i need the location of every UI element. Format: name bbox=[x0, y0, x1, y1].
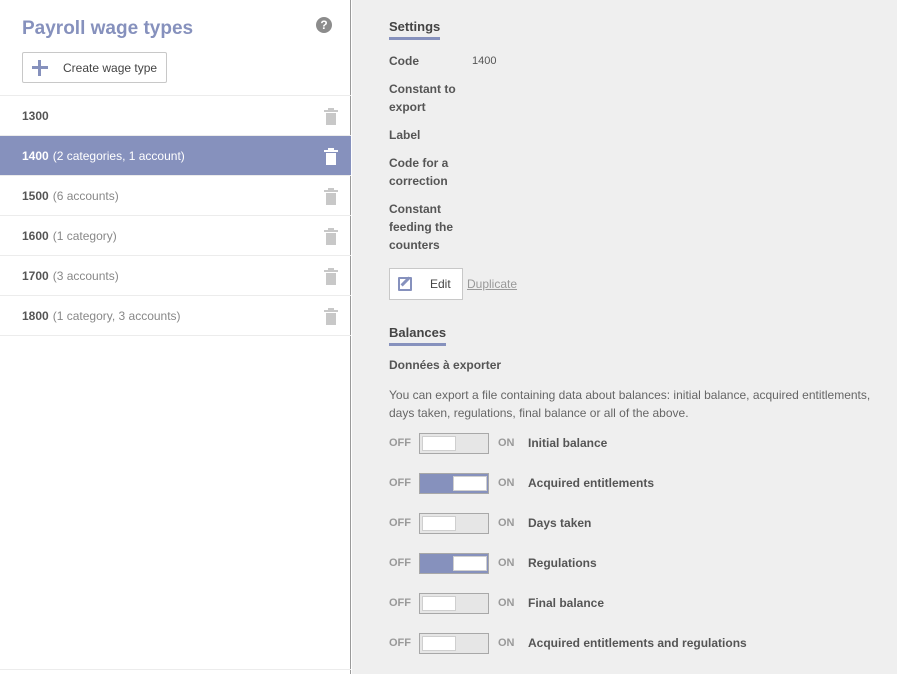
toggle-label: Acquired entitlements and regulations bbox=[528, 636, 747, 650]
toggle-row: OFF ON Acquired entitlements and regulatio… bbox=[389, 632, 747, 654]
toggle-switch[interactable] bbox=[419, 632, 489, 654]
toggle-off-label: OFF bbox=[389, 557, 411, 569]
wage-type-row-1800[interactable]: 1800 (1 category, 3 accounts) bbox=[0, 296, 351, 336]
sidebar-title: Payroll wage types bbox=[22, 18, 194, 39]
field-label-constant-to-export: Constant to export bbox=[389, 82, 456, 114]
toggle-on-label: ON bbox=[498, 477, 515, 489]
field-label-correction-code: Code for a correction bbox=[389, 156, 449, 188]
wage-type-summary: (1 category, 3 accounts) bbox=[52, 308, 181, 323]
toggle-label: Regulations bbox=[528, 556, 597, 570]
toggle-switch[interactable] bbox=[419, 592, 489, 614]
wage-type-code: 1300 bbox=[22, 108, 49, 123]
toggle-on-label: ON bbox=[498, 517, 515, 529]
toggle-label: Days taken bbox=[528, 516, 592, 530]
toggle-on-label: ON bbox=[498, 437, 515, 449]
toggle-row: OFF ON Acquired entitlements bbox=[389, 472, 654, 494]
wage-type-code: 1500 bbox=[22, 188, 49, 203]
toggle-row: OFF ON Regulations bbox=[389, 552, 597, 574]
plus-icon bbox=[32, 59, 48, 76]
wage-type-row-1500[interactable]: 1500 (6 accounts) bbox=[0, 176, 351, 216]
wage-type-row-1700[interactable]: 1700 (3 accounts) bbox=[0, 256, 351, 296]
wage-type-summary: (2 categories, 1 account) bbox=[52, 148, 185, 163]
toggle-label: Final balance bbox=[528, 596, 605, 610]
create-wage-type-label: Create wage type bbox=[63, 60, 158, 75]
wage-type-code: 1800 bbox=[22, 308, 49, 323]
toggle-off-label: OFF bbox=[389, 517, 411, 529]
export-data-subheading: Données à exporter bbox=[389, 358, 502, 372]
toggle-on-label: ON bbox=[498, 557, 515, 569]
toggle-row: OFF ON Final balance bbox=[389, 592, 604, 614]
field-label-label: Label bbox=[389, 128, 421, 142]
toggle-switch[interactable] bbox=[419, 432, 489, 454]
wage-type-code: 1400 bbox=[22, 148, 49, 163]
settings-heading: Settings bbox=[389, 19, 441, 40]
wage-type-row-1400[interactable]: 1400 (2 categories, 1 account) bbox=[0, 136, 351, 176]
wage-types-sidebar: Payroll wage types ? Create wage type 13… bbox=[0, 0, 351, 674]
balances-description: You can export a file containing data ab… bbox=[389, 388, 871, 420]
duplicate-link[interactable]: Duplicate bbox=[467, 277, 517, 291]
toggle-off-label: OFF bbox=[389, 637, 411, 649]
toggle-switch[interactable] bbox=[419, 512, 489, 534]
wage-type-summary: (3 accounts) bbox=[52, 268, 119, 283]
wage-type-code: 1600 bbox=[22, 228, 49, 243]
edit-label: Edit bbox=[430, 277, 451, 291]
wage-type-list: 1300 1400 (2 categories, 1 account) 1500 (6 … bbox=[0, 95, 351, 336]
field-label-code: Code bbox=[389, 54, 419, 68]
trash-icon[interactable] bbox=[324, 268, 338, 285]
trash-icon[interactable] bbox=[324, 228, 338, 245]
edit-icon bbox=[398, 277, 412, 291]
toggle-row: OFF ON Initial balance bbox=[389, 432, 607, 454]
wage-type-summary: (6 accounts) bbox=[52, 188, 119, 203]
wage-type-summary: (1 category) bbox=[52, 228, 117, 243]
wage-type-row-1600[interactable]: 1600 (1 category) bbox=[0, 216, 351, 256]
create-wage-type-button[interactable]: Create wage type bbox=[22, 52, 167, 83]
toggle-label: Initial balance bbox=[528, 436, 608, 450]
toggle-off-label: OFF bbox=[389, 437, 411, 449]
field-label-constant-counters: Constant feeding the counters bbox=[389, 202, 454, 252]
toggle-switch[interactable] bbox=[419, 552, 489, 574]
field-value-code: 1400 bbox=[472, 55, 497, 67]
wage-type-code: 1700 bbox=[22, 268, 49, 283]
help-icon[interactable]: ? bbox=[316, 17, 332, 33]
balances-heading: Balances bbox=[389, 325, 447, 346]
toggle-row: OFF ON Days taken bbox=[389, 512, 591, 534]
trash-icon[interactable] bbox=[324, 148, 338, 165]
toggle-switch[interactable] bbox=[419, 472, 489, 494]
toggle-on-label: ON bbox=[498, 637, 515, 649]
divider bbox=[0, 669, 351, 670]
edit-button[interactable]: Edit bbox=[389, 268, 463, 300]
trash-icon[interactable] bbox=[324, 188, 338, 205]
toggle-label: Acquired entitlements bbox=[528, 476, 655, 490]
detail-panel: Settings Code 1400 Constant to export La… bbox=[352, 0, 897, 674]
wage-type-row-1300[interactable]: 1300 bbox=[0, 96, 351, 136]
toggle-on-label: ON bbox=[498, 597, 515, 609]
toggle-off-label: OFF bbox=[389, 597, 411, 609]
trash-icon[interactable] bbox=[324, 308, 338, 325]
trash-icon[interactable] bbox=[324, 108, 338, 125]
toggle-off-label: OFF bbox=[389, 477, 411, 489]
